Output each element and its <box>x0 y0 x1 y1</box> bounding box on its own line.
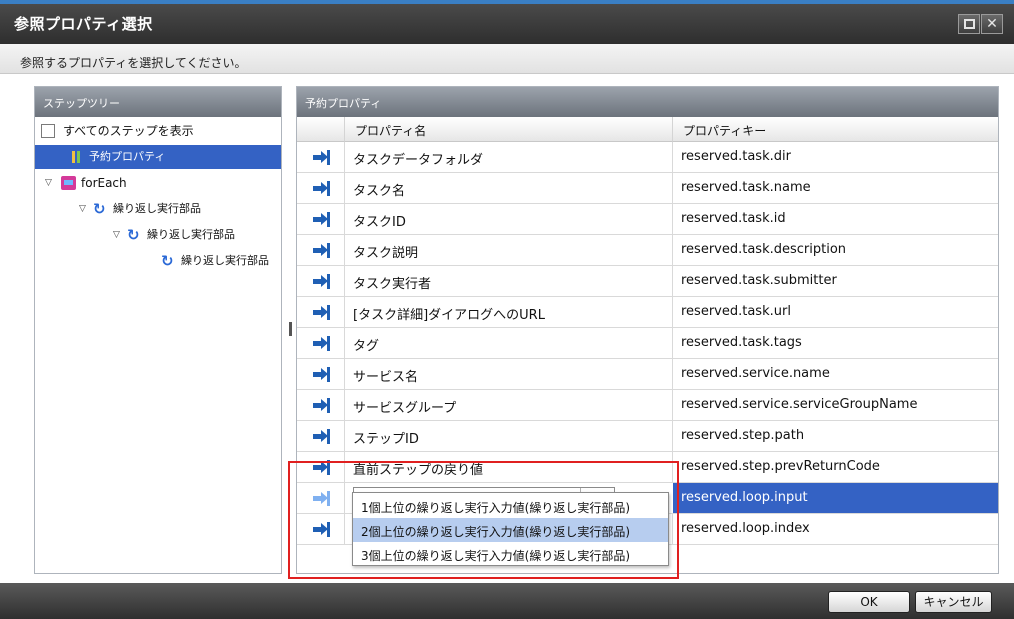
tree-item-label: 繰り返し実行部品 <box>181 254 269 267</box>
tree-item-label: 繰り返し実行部品 <box>147 228 235 241</box>
property-row[interactable]: タスクID reserved.task.id <box>297 204 998 235</box>
insert-property-icon[interactable] <box>313 243 331 258</box>
show-all-steps-checkbox[interactable] <box>41 124 55 138</box>
insert-property-icon[interactable] <box>313 367 331 382</box>
property-key-cell: reserved.loop.input <box>673 483 998 513</box>
insert-property-icon[interactable] <box>313 274 331 289</box>
property-key-cell: reserved.task.description <box>681 242 847 257</box>
property-row[interactable]: サービス名 reserved.service.name <box>297 359 998 390</box>
insert-cell[interactable] <box>297 297 345 327</box>
reserved-property-icon <box>71 151 83 163</box>
ok-button[interactable]: OK <box>828 591 910 613</box>
property-key-cell: reserved.task.tags <box>681 335 802 350</box>
show-all-steps-option[interactable]: すべてのステップを表示 <box>35 119 281 143</box>
property-name-cell: サービスグループ <box>345 390 673 420</box>
tree-item-reserved-properties[interactable]: 予約プロパティ <box>35 145 281 169</box>
insert-property-icon[interactable] <box>313 398 331 413</box>
insert-cell[interactable] <box>297 390 345 420</box>
insert-cell[interactable] <box>297 421 345 451</box>
property-name-cell: タスク名 <box>345 173 673 203</box>
insert-property-icon[interactable] <box>313 429 331 444</box>
property-key-cell: reserved.task.dir <box>681 149 791 164</box>
property-key-cell: reserved.service.name <box>681 366 830 381</box>
title-bar: 参照プロパティ選択 ✕ <box>0 4 1014 44</box>
property-row[interactable]: タスクデータフォルダ reserved.task.dir <box>297 142 998 173</box>
tree-item-label: 予約プロパティ <box>89 150 166 163</box>
dialog-footer: OK キャンセル <box>0 583 1014 619</box>
property-row[interactable]: タグ reserved.task.tags <box>297 328 998 359</box>
property-row[interactable]: タスク実行者 reserved.task.submitter <box>297 266 998 297</box>
maximize-button[interactable] <box>958 14 980 34</box>
instruction-text: 参照するプロパティを選択してください。 <box>0 44 1014 74</box>
maximize-icon <box>964 19 975 29</box>
reference-property-dialog: 参照プロパティ選択 ✕ 参照するプロパティを選択してください。 ステップツリー … <box>0 0 1014 619</box>
insert-property-icon[interactable] <box>313 305 331 320</box>
cancel-button[interactable]: キャンセル <box>915 591 992 613</box>
property-name-cell: タスクID <box>345 204 673 234</box>
step-tree-panel: ステップツリー すべてのステップを表示 予約プロパティ ▽ forEach ▽ … <box>34 86 282 574</box>
tree-item-label: forEach <box>81 176 127 190</box>
property-key-cell: reserved.task.name <box>681 180 811 195</box>
property-key-cell: reserved.task.id <box>681 211 786 226</box>
insert-cell[interactable] <box>297 142 345 172</box>
close-icon: ✕ <box>986 16 998 32</box>
insert-cell[interactable] <box>297 204 345 234</box>
insert-cell[interactable] <box>297 173 345 203</box>
tree-item-loop-2[interactable]: ▽ ↻ 繰り返し実行部品 <box>35 223 281 247</box>
reserved-properties-header: 予約プロパティ <box>297 87 998 117</box>
property-name-cell: [タスク詳細]ダイアログへのURL <box>345 297 673 327</box>
property-key-cell: reserved.step.prevReturnCode <box>681 459 880 474</box>
property-name-cell: タスクデータフォルダ <box>345 142 673 172</box>
property-name-cell: サービス名 <box>345 359 673 389</box>
property-key-cell: reserved.service.serviceGroupName <box>681 397 918 412</box>
property-row[interactable]: サービスグループ reserved.service.serviceGroupNam… <box>297 390 998 421</box>
show-all-steps-label: すべてのステップを表示 <box>63 124 194 138</box>
expand-toggle-icon[interactable]: ▽ <box>79 197 86 221</box>
property-name-cell: タグ <box>345 328 673 358</box>
annotation-highlight-box <box>288 461 679 579</box>
insert-cell[interactable] <box>297 235 345 265</box>
close-button[interactable]: ✕ <box>981 14 1003 34</box>
property-key-cell: reserved.task.url <box>681 304 791 319</box>
property-row[interactable]: タスク名 reserved.task.name <box>297 173 998 204</box>
insert-cell[interactable] <box>297 266 345 296</box>
property-name-cell: タスク説明 <box>345 235 673 265</box>
tree-item-label: 繰り返し実行部品 <box>113 202 201 215</box>
insert-cell[interactable] <box>297 359 345 389</box>
property-name-cell: ステップID <box>345 421 673 451</box>
property-key-cell: reserved.task.submitter <box>681 273 837 288</box>
property-row[interactable]: タスク説明 reserved.task.description <box>297 235 998 266</box>
expand-toggle-icon[interactable]: ▽ <box>113 223 120 247</box>
tree-item-loop-3[interactable]: ↻ 繰り返し実行部品 <box>35 249 281 273</box>
insert-cell[interactable] <box>297 328 345 358</box>
step-tree-header: ステップツリー <box>35 87 281 117</box>
property-row[interactable]: [タスク詳細]ダイアログへのURL reserved.task.url <box>297 297 998 328</box>
dialog-title: 参照プロパティ選択 <box>14 15 153 33</box>
panel-splitter-handle[interactable] <box>289 322 292 336</box>
property-row[interactable]: ステップID reserved.step.path <box>297 421 998 452</box>
expand-toggle-icon[interactable]: ▽ <box>45 171 52 195</box>
tree-item-loop-1[interactable]: ▽ ↻ 繰り返し実行部品 <box>35 197 281 221</box>
insert-property-icon[interactable] <box>313 336 331 351</box>
loop-icon: ↻ <box>161 252 174 270</box>
column-header-property-key[interactable]: プロパティキー <box>673 117 998 142</box>
property-key-cell: reserved.loop.index <box>681 521 810 536</box>
tree-item-foreach[interactable]: ▽ forEach <box>35 171 281 195</box>
property-key-cell: reserved.step.path <box>681 428 805 443</box>
column-header-insert <box>297 117 345 142</box>
loop-icon: ↻ <box>127 226 140 244</box>
loop-icon: ↻ <box>93 200 106 218</box>
insert-property-icon[interactable] <box>313 150 331 165</box>
property-name-cell: タスク実行者 <box>345 266 673 296</box>
insert-property-icon[interactable] <box>313 181 331 196</box>
column-header-property-name[interactable]: プロパティ名 <box>345 117 673 142</box>
foreach-icon <box>61 176 76 190</box>
insert-property-icon[interactable] <box>313 212 331 227</box>
